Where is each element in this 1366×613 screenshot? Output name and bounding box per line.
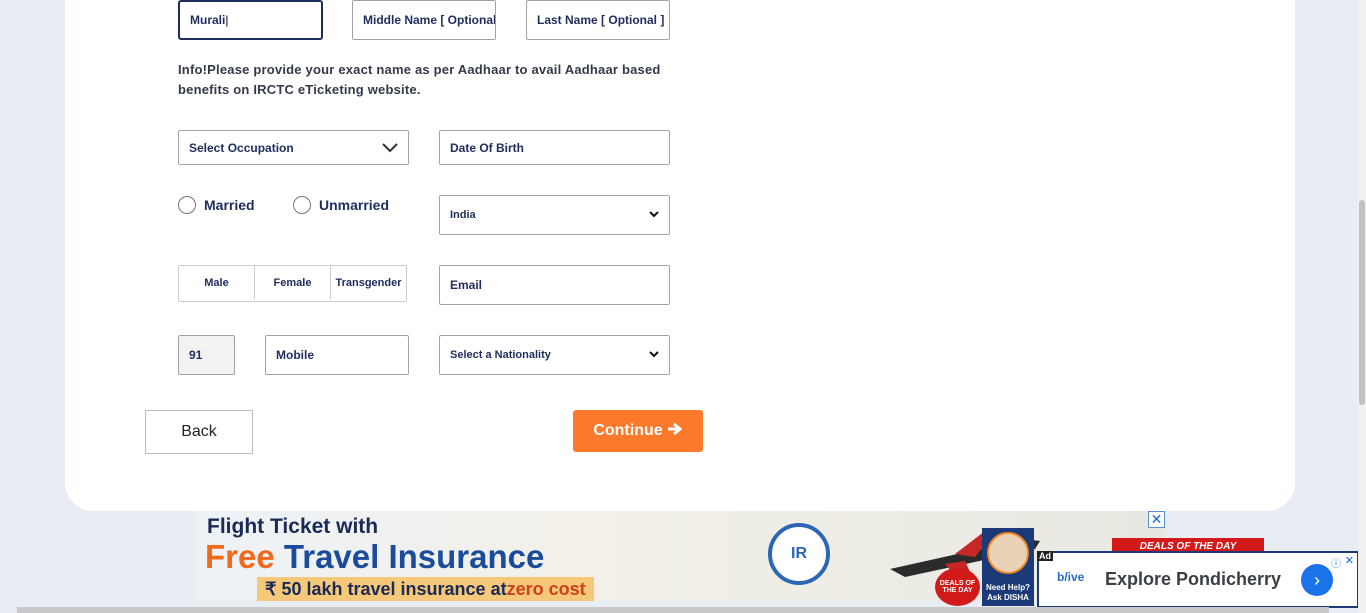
banner-subtitle: ₹ 50 lakh travel insurance at zero cost	[257, 577, 594, 601]
deals-badge-text: DEALS OF THE DAY	[939, 580, 976, 594]
banner-headline: Flight Ticket with	[207, 515, 379, 538]
back-label: Back	[181, 423, 217, 440]
ad-text: Explore Pondicherry	[1105, 569, 1282, 589]
gender-female-button[interactable]: Female	[255, 266, 331, 299]
country-code-value: 91	[189, 348, 203, 362]
ad-brand-logo: b/ive	[1057, 570, 1085, 584]
mobile-placeholder: Mobile	[276, 348, 314, 362]
scrollbar-thumb[interactable]	[1359, 200, 1365, 405]
ad-close-icon[interactable]: ✕	[1345, 554, 1354, 567]
chevron-down-icon	[382, 140, 398, 156]
banner-subtitle-text: ₹ 50 lakh travel insurance at	[265, 578, 507, 599]
radio-circle-icon	[178, 196, 196, 214]
gender-transgender-button[interactable]: Transgender	[331, 266, 406, 299]
last-name-placeholder: Last Name [ Optional ]	[537, 13, 665, 27]
pondicherry-ad[interactable]: Ad b/ive Explore Pondicherry › ⓘ ✕	[1037, 551, 1359, 608]
country-code-field: 91	[178, 335, 235, 375]
gender-toggle-group: Male Female Transgender	[178, 265, 407, 302]
email-placeholder: Email	[450, 278, 483, 292]
first-name-input[interactable]: Murali |	[178, 0, 323, 40]
unmarried-radio[interactable]: Unmarried	[293, 196, 389, 214]
aadhaar-info-text: Info!Please provide your exact name as p…	[178, 62, 661, 97]
dob-input[interactable]: Date Of Birth	[439, 130, 670, 165]
nationality-label: Select a Nationality	[450, 349, 551, 361]
ad-label: Ad	[1037, 551, 1053, 561]
dob-placeholder: Date Of Birth	[450, 140, 525, 155]
first-name-value: Murali	[190, 13, 226, 27]
deals-of-the-day-badge[interactable]: DEALS OF THE DAY	[935, 568, 980, 606]
married-radio[interactable]: Married	[178, 196, 255, 214]
banner-subtitle-highlight: zero cost	[506, 578, 586, 599]
disha-help-widget[interactable]: Need Help? Ask DISHA	[982, 528, 1034, 606]
middle-name-placeholder: Middle Name [ Optional ]	[363, 13, 496, 27]
banner-title-free: Free	[205, 538, 275, 575]
chevron-right-icon[interactable]: ›	[1301, 564, 1333, 596]
disha-text: Need Help? Ask DISHA	[985, 583, 1030, 602]
irctc-logo-icon: IR	[768, 523, 830, 585]
horizontal-scrollbar[interactable]	[17, 607, 1329, 613]
last-name-input[interactable]: Last Name [ Optional ]	[526, 0, 670, 40]
continue-label: Continue	[593, 422, 663, 439]
country-value: India	[450, 209, 476, 221]
email-input[interactable]: Email	[439, 265, 670, 305]
vertical-scrollbar[interactable]	[1358, 0, 1366, 613]
back-button[interactable]: Back	[145, 410, 253, 454]
banner-title: Free Travel Insurance	[205, 538, 544, 576]
nationality-select[interactable]: Select a Nationality	[439, 335, 670, 375]
occupation-label: Select Occupation	[189, 140, 294, 155]
continue-button[interactable]: Continue	[573, 410, 703, 452]
close-ad-icon[interactable]: ✕	[1148, 511, 1165, 528]
disha-avatar	[987, 532, 1029, 574]
occupation-select[interactable]: Select Occupation	[178, 130, 409, 165]
mobile-input[interactable]: Mobile	[265, 335, 409, 375]
middle-name-input[interactable]: Middle Name [ Optional ]	[352, 0, 496, 40]
banner-title-rest: Travel Insurance	[274, 538, 545, 575]
country-select[interactable]: India	[439, 195, 670, 235]
radio-circle-icon	[293, 196, 311, 214]
arrow-right-icon	[667, 422, 683, 441]
unmarried-label: Unmarried	[319, 197, 390, 213]
chevron-down-icon	[649, 209, 659, 221]
chevron-down-icon	[649, 349, 659, 361]
gender-male-button[interactable]: Male	[179, 266, 255, 299]
married-label: Married	[204, 197, 255, 213]
ad-info-icon[interactable]: ⓘ	[1331, 555, 1341, 570]
